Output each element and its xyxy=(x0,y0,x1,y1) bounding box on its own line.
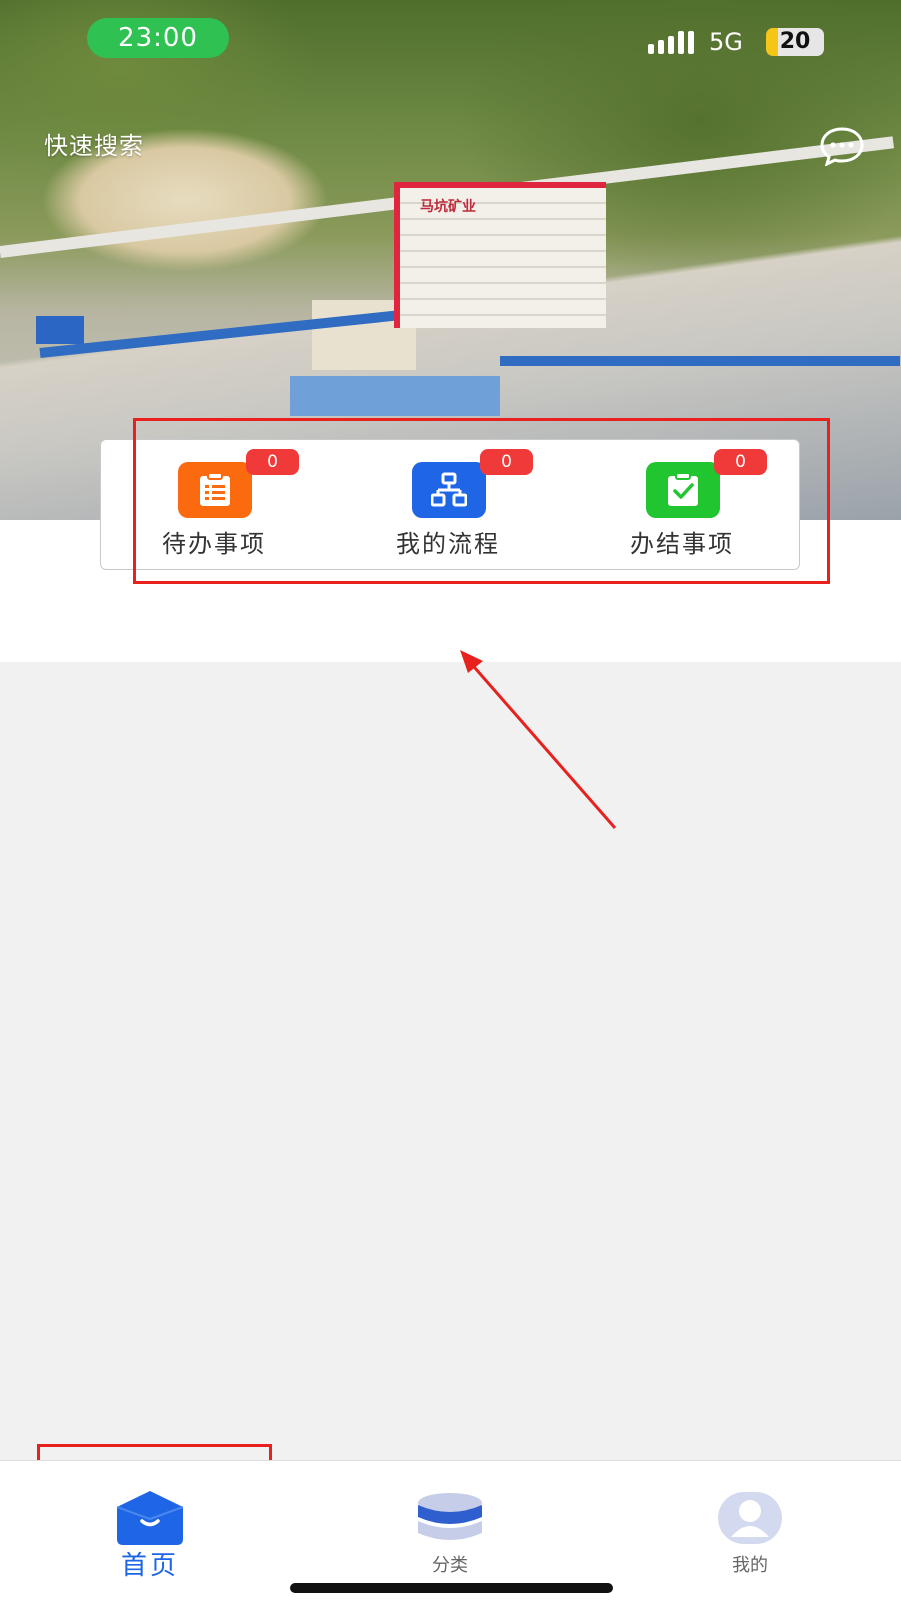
home-indicator xyxy=(290,1583,613,1593)
cellular-signal-icon xyxy=(648,31,694,54)
building-decoration xyxy=(290,376,500,416)
tab-home[interactable]: 首页 xyxy=(50,1461,250,1606)
battery-level: 20 xyxy=(779,29,811,54)
building-decoration xyxy=(36,316,84,344)
status-time: 23:00 xyxy=(87,18,229,58)
conveyor-decoration xyxy=(500,356,900,366)
highlight-box-quick-actions xyxy=(133,418,830,584)
network-type: 5G xyxy=(709,28,743,56)
building-sign: 马坑矿业 xyxy=(420,199,476,215)
tab-label: 首页 xyxy=(120,1551,179,1581)
tab-label: 分类 xyxy=(432,1555,468,1576)
category-stack-icon xyxy=(418,1493,482,1540)
home-tab-icon xyxy=(117,1491,183,1545)
battery-icon: 20 xyxy=(766,28,824,56)
quick-search-link[interactable]: 快速搜索 xyxy=(44,126,144,161)
tab-label: 我的 xyxy=(732,1555,768,1576)
chat-bubble-icon[interactable] xyxy=(819,126,865,166)
profile-icon xyxy=(718,1492,782,1544)
tab-profile[interactable]: 我的 xyxy=(650,1461,850,1606)
mine-building: 马坑矿业 xyxy=(394,182,606,328)
